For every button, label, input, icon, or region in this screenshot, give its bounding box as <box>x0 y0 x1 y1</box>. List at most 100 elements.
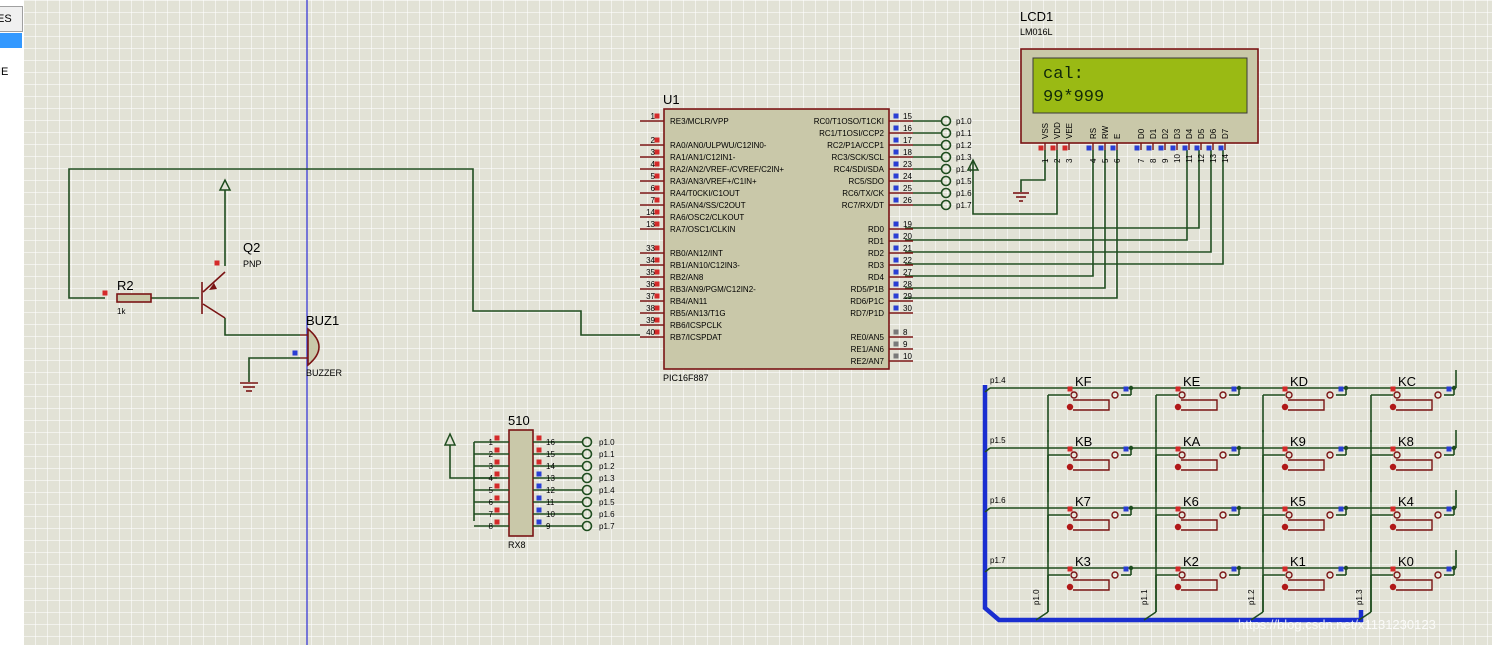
rx8-pin-num: 10 <box>546 510 555 519</box>
wire-buzzer-gnd <box>248 357 300 382</box>
pin-marker <box>536 483 542 489</box>
u1-pin-num: 35 <box>646 268 655 277</box>
u1-pin-num: 8 <box>903 328 908 337</box>
key-button <box>1281 523 1289 531</box>
pin-marker <box>214 260 220 266</box>
u1-pin-num: 25 <box>903 184 912 193</box>
key-plunger <box>1073 519 1110 531</box>
panel-item[interactable]: IE <box>0 66 8 78</box>
pin-marker <box>1338 386 1344 392</box>
junction-dot <box>1451 385 1457 391</box>
key-label: K9 <box>1290 434 1306 449</box>
key-plunger <box>1181 399 1218 411</box>
pin-marker <box>654 257 660 263</box>
u1-pin-num: 34 <box>646 256 655 265</box>
lcd1-pin-name: RW <box>1101 125 1110 139</box>
rx8-port-label: p1.2 <box>599 462 615 471</box>
u1-pin-name: RB3/AN9/PGM/C12IN2- <box>670 285 756 294</box>
key-contact <box>1219 511 1227 519</box>
u1-pin-name: RA4/T0CKI/C1OUT <box>670 189 740 198</box>
rx8-pin-num: 14 <box>546 462 555 471</box>
key-label: KF <box>1075 374 1092 389</box>
pin-marker <box>893 293 899 299</box>
key-plunger <box>1181 579 1218 591</box>
buz1-ref: BUZ1 <box>306 313 339 328</box>
u1-pin-name: RE2/AN7 <box>851 357 885 366</box>
rx8-part: RX8 <box>508 540 526 550</box>
key-button <box>1174 523 1182 531</box>
key-contact <box>1434 571 1442 579</box>
lcd1-pin-name: D0 <box>1137 128 1146 139</box>
key-label: K3 <box>1075 554 1091 569</box>
u1-pin-name: RA0/AN0/ULPWU/C12IN0- <box>670 141 767 150</box>
u1-pin-num: 14 <box>646 208 655 217</box>
pin-marker <box>654 209 660 215</box>
pin-marker <box>1338 446 1344 452</box>
lcd1-pin-num: 2 <box>1053 158 1062 163</box>
rx8-pin-num: 9 <box>546 522 551 531</box>
junction-dot <box>1236 565 1242 571</box>
pin-marker <box>536 507 542 513</box>
pin-marker <box>1446 386 1452 392</box>
port-terminal <box>940 139 952 151</box>
pin-marker <box>1110 145 1116 151</box>
u1-pin-num: 24 <box>903 172 912 181</box>
u1-port-label: p1.5 <box>956 177 972 186</box>
port-terminal <box>940 127 952 139</box>
pin-marker <box>654 293 660 299</box>
panel-header[interactable]: ES <box>0 6 23 32</box>
pin-marker <box>893 173 899 179</box>
u1-port-label: p1.6 <box>956 189 972 198</box>
lcd1-pin-num: 11 <box>1185 154 1194 163</box>
lcd1-pin-name: VDD <box>1053 122 1062 139</box>
lcd1-pin-num: 8 <box>1149 158 1158 163</box>
panel-selected-row[interactable] <box>0 33 22 48</box>
pin-marker <box>1146 145 1152 151</box>
u1-pin-name: RB6/ICSPCLK <box>670 321 723 330</box>
rx8-pin-num: 12 <box>546 486 555 495</box>
key-contact <box>1178 451 1186 459</box>
key-button <box>1174 463 1182 471</box>
lcd1-pin-name: D7 <box>1221 128 1230 139</box>
u1-pin-name: RE3/MCLR/VPP <box>670 117 729 126</box>
q2-ref: Q2 <box>243 240 260 255</box>
port-terminal <box>940 175 952 187</box>
pin-marker <box>893 137 899 143</box>
rx8-pin-num: 13 <box>546 474 555 483</box>
u1-port-label: p1.1 <box>956 129 972 138</box>
pin-marker <box>536 471 542 477</box>
key-label: K2 <box>1183 554 1199 569</box>
key-contact <box>1178 391 1186 399</box>
key-contact <box>1070 511 1078 519</box>
r2-value: 1k <box>117 307 126 316</box>
lcd-line-1: cal: <box>1043 65 1084 84</box>
u1-pin-num: 7 <box>651 196 656 205</box>
pin-marker <box>654 305 660 311</box>
keypad-col-label: p1.0 <box>1032 589 1041 605</box>
u1-pin-num: 3 <box>651 148 656 157</box>
pin-marker <box>654 197 660 203</box>
pin-marker <box>1390 446 1396 452</box>
pin-marker <box>1338 506 1344 512</box>
keypad-row-label: p1.5 <box>990 436 1006 445</box>
port-terminal <box>940 199 952 211</box>
pin-marker <box>102 290 108 296</box>
keypad-row-label: p1.4 <box>990 376 1006 385</box>
lcd1-pin-num: 9 <box>1161 158 1170 163</box>
rx8-pin-num: 7 <box>489 510 494 519</box>
pin-marker <box>893 185 899 191</box>
key-button <box>1389 463 1397 471</box>
u1-pin-num: 23 <box>903 160 912 169</box>
pin-marker <box>654 221 660 227</box>
u1-pin-name: RC7/RX/DT <box>842 201 884 210</box>
lcd1-pin-name: D4 <box>1185 128 1194 139</box>
key-contact <box>1434 451 1442 459</box>
schematic-canvas[interactable]: 1 RE3/MCLR/VPP 2 RA0/AN0/ULPWU/C12IN0- 3 RA1/… <box>24 0 1492 645</box>
rx8-port-label: p1.0 <box>599 438 615 447</box>
pin-marker <box>1282 506 1288 512</box>
pin-marker <box>1134 145 1140 151</box>
pin-marker <box>1098 145 1104 151</box>
key-plunger <box>1181 519 1218 531</box>
key-plunger <box>1288 579 1325 591</box>
pin-marker <box>1175 386 1181 392</box>
